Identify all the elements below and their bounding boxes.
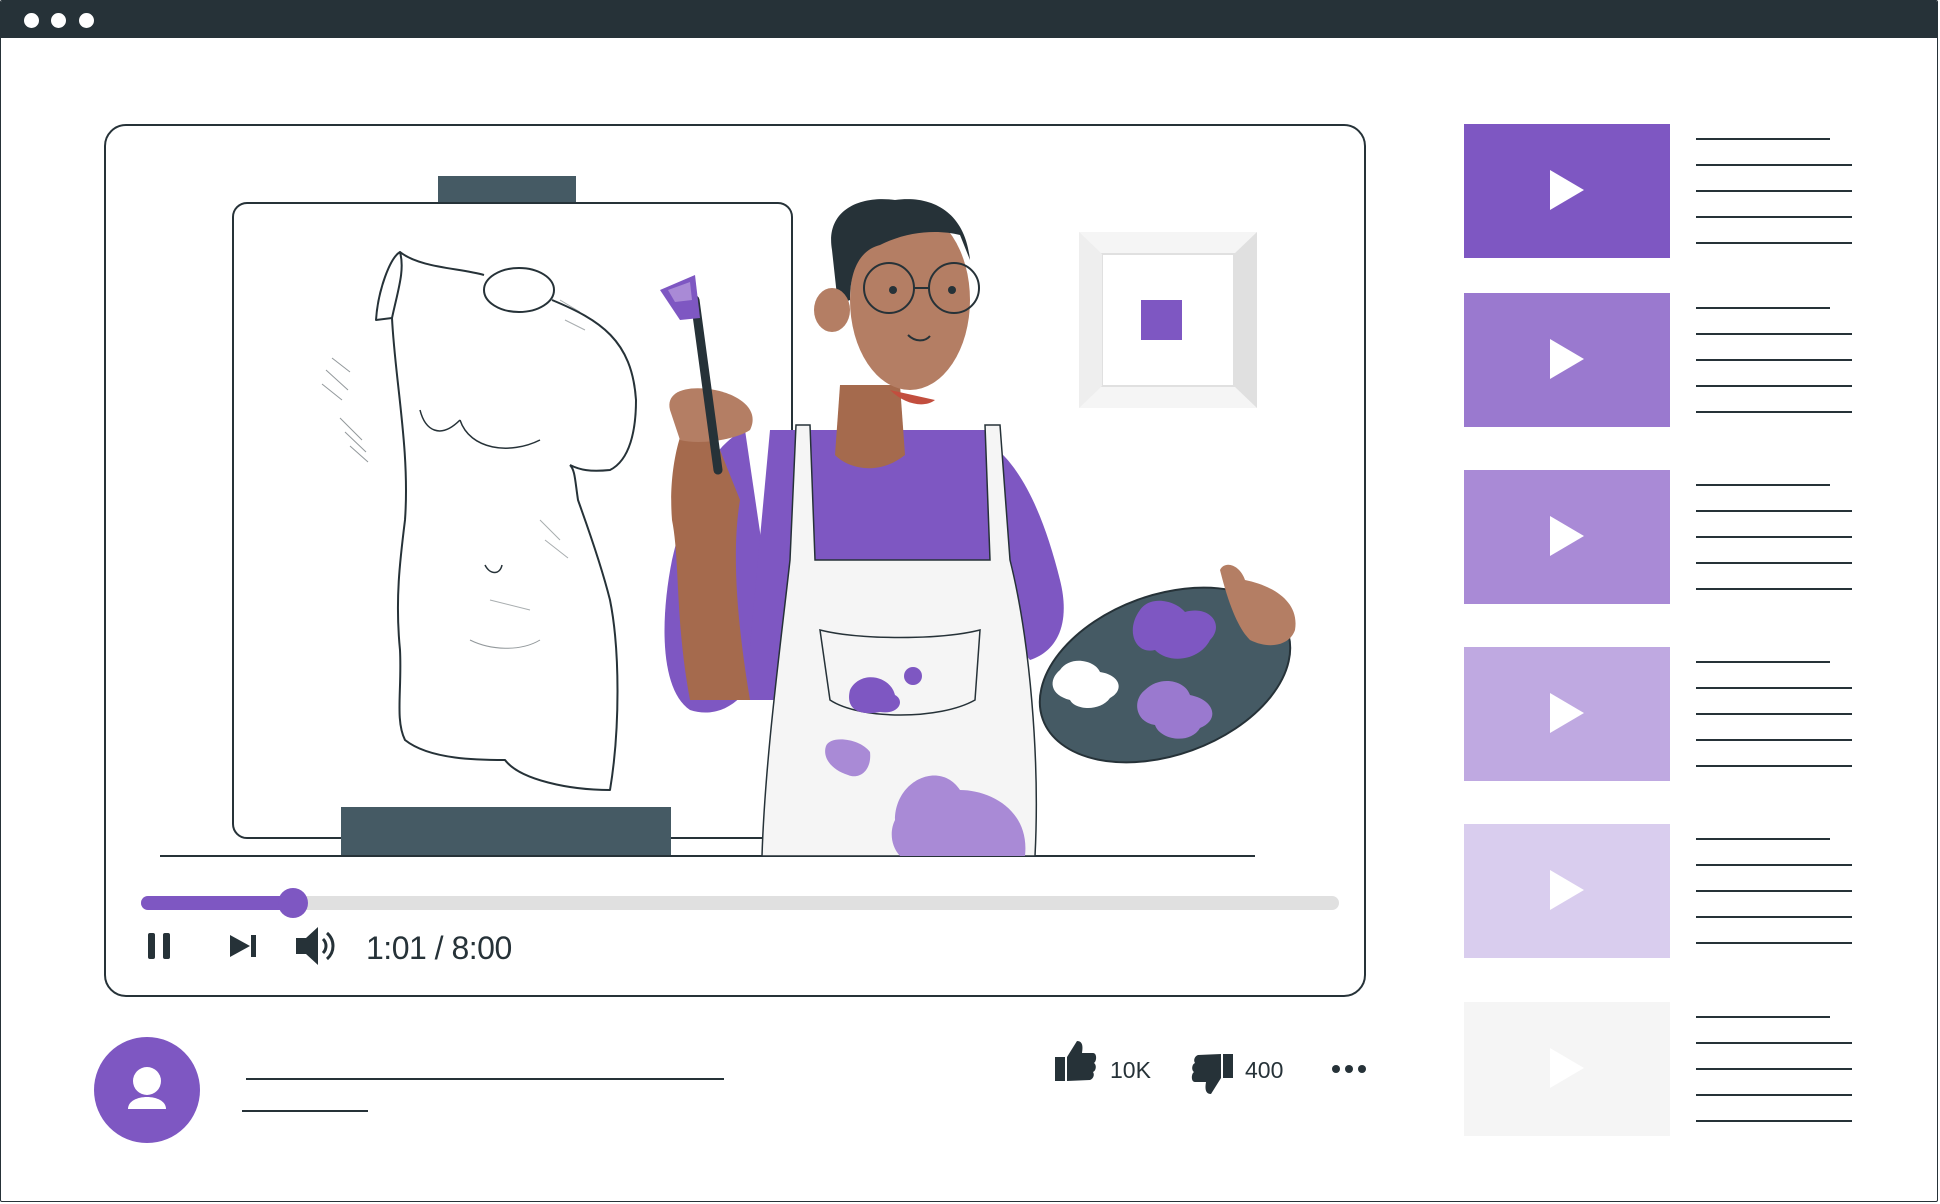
playlist-text-line — [1696, 713, 1852, 715]
playlist-text-line — [1696, 359, 1852, 361]
progress-played — [141, 896, 294, 910]
playlist-thumbnail[interactable] — [1464, 647, 1670, 781]
volume-icon — [296, 927, 335, 965]
playlist-thumbnail[interactable] — [1464, 124, 1670, 258]
playlist-text-line — [1696, 687, 1852, 689]
playlist-text-line — [1696, 242, 1852, 244]
skip-next-icon — [230, 935, 256, 957]
playlist-text-line — [1696, 307, 1830, 309]
playlist-text-line — [1696, 536, 1852, 538]
dislike-count: 400 — [1245, 1057, 1284, 1083]
playlist-text-line — [1696, 190, 1852, 192]
playlist-thumbnail[interactable] — [1464, 293, 1670, 427]
like-count: 10K — [1110, 1057, 1151, 1083]
progress-scrubber[interactable] — [278, 888, 309, 918]
playlist-text-line — [1696, 1120, 1852, 1122]
play-icon — [1550, 339, 1584, 379]
play-icon — [1550, 693, 1584, 733]
playlist-text-line — [1696, 333, 1852, 335]
playlist-thumbnail[interactable] — [1464, 1002, 1670, 1136]
playlist-text-line — [1696, 739, 1852, 741]
user-icon — [128, 1067, 166, 1109]
playlist-text-line — [1696, 1016, 1830, 1018]
playlist-text-line — [1696, 661, 1830, 663]
more-horizontal-icon — [1332, 1065, 1366, 1073]
playlist-text-line — [1696, 890, 1852, 892]
progress-bar[interactable] — [141, 888, 1339, 918]
playlist-text-line — [1696, 510, 1852, 512]
playlist-text-line — [1696, 385, 1852, 387]
playlist-thumbnail[interactable] — [1464, 824, 1670, 958]
playlist-text-line — [1696, 588, 1852, 590]
channel-avatar[interactable] — [94, 1037, 200, 1143]
playlist-text-line — [1696, 942, 1852, 944]
next-button[interactable] — [228, 933, 260, 959]
play-icon — [1550, 516, 1584, 556]
more-options-button[interactable] — [1331, 1061, 1371, 1077]
volume-button[interactable] — [294, 924, 338, 968]
pause-icon — [148, 933, 170, 959]
play-icon — [1550, 1048, 1584, 1088]
like-button[interactable] — [1053, 1039, 1097, 1083]
playlist-text-line — [1696, 216, 1852, 218]
thumbs-up-icon — [1055, 1041, 1097, 1081]
playlist-text-line — [1696, 765, 1852, 767]
channel-name-line — [242, 1110, 368, 1112]
playlist-text-line — [1696, 484, 1830, 486]
pause-button[interactable] — [146, 931, 174, 961]
playlist-text-line — [1696, 562, 1852, 564]
dislike-button[interactable] — [1191, 1052, 1235, 1096]
playlist-text-line — [1696, 864, 1852, 866]
playlist-text-line — [1696, 838, 1830, 840]
playlist-text-line — [1696, 411, 1852, 413]
video-title-line — [246, 1078, 724, 1080]
time-display: 1:01 / 8:00 — [366, 930, 512, 966]
playlist-text-line — [1696, 1068, 1852, 1070]
playlist-text-line — [1696, 916, 1852, 918]
wall-art — [1079, 232, 1257, 408]
playlist-thumbnail[interactable] — [1464, 470, 1670, 604]
playlist-text-line — [1696, 1042, 1852, 1044]
playlist-text-line — [1696, 1094, 1852, 1096]
playlist-text-line — [1696, 138, 1830, 140]
playlist-text-line — [1696, 164, 1852, 166]
play-icon — [1550, 870, 1584, 910]
play-icon — [1550, 170, 1584, 210]
thumbs-down-icon — [1191, 1054, 1233, 1094]
